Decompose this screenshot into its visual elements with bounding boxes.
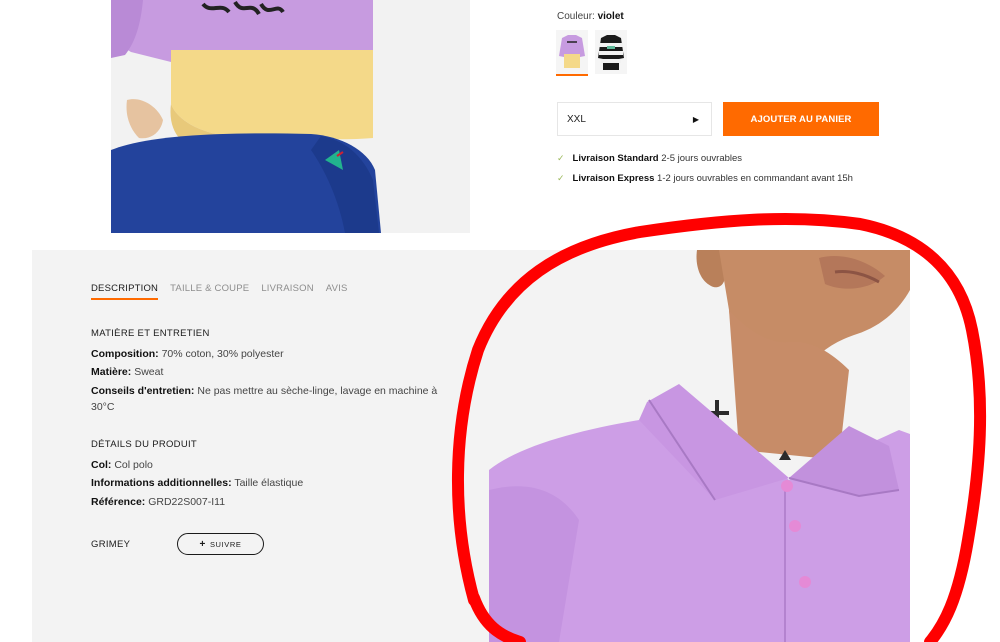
composition-key: Composition: (91, 348, 159, 360)
check-icon: ✓ (557, 173, 565, 183)
product-image-sweatshirt (111, 0, 470, 233)
follow-brand-button[interactable]: + SUIVRE (177, 533, 264, 555)
color-value: violet (597, 11, 624, 22)
triangle-right-icon: ▶ (692, 114, 699, 124)
additional-info-row: Informations additionnelles: Taille élas… (91, 475, 451, 491)
additional-info-value: Taille élastique (234, 477, 304, 489)
tab-size-fit[interactable]: TAILLE & COUPE (170, 283, 249, 300)
collar-key: Col: (91, 459, 112, 471)
care-row: Conseils d'entretien: Ne pas mettre au s… (91, 383, 451, 415)
check-icon: ✓ (557, 153, 565, 163)
product-photo-top[interactable] (111, 0, 470, 233)
collar-row: Col: Col polo (91, 457, 451, 473)
color-selection: Couleur: violet (557, 11, 624, 22)
material-value: Sweat (134, 366, 164, 378)
size-select[interactable]: XXL ▶ (557, 102, 712, 136)
product-info-panel: DESCRIPTION TAILLE & COUPE LIVRAISON AVI… (32, 250, 489, 642)
swatch-violet[interactable] (556, 30, 588, 76)
info-tabs: DESCRIPTION TAILLE & COUPE LIVRAISON AVI… (91, 283, 348, 300)
reference-row: Référence: GRD22S007-I11 (91, 494, 451, 510)
product-photo-detail[interactable] (489, 250, 910, 642)
shipping-express: ✓ Livraison Express 1-2 jours ouvrables … (557, 173, 853, 184)
product-details-heading: DÉTAILS DU PRODUIT (91, 439, 198, 450)
reference-key: Référence: (91, 496, 146, 508)
add-to-cart-button[interactable]: AJOUTER AU PANIER (723, 102, 879, 136)
material-care-heading: MATIÈRE ET ENTRETIEN (91, 328, 210, 339)
size-value: XXL (567, 113, 586, 125)
color-label: Couleur: (557, 11, 595, 22)
shipping-express-detail: 1-2 jours ouvrables en commandant avant … (657, 173, 853, 184)
material-row: Matière: Sweat (91, 364, 451, 380)
material-key: Matière: (91, 366, 132, 378)
brand-name: GRIMEY (91, 539, 131, 550)
composition-value: 70% coton, 30% polyester (161, 348, 284, 360)
swatch-striped-image (595, 30, 627, 74)
shipping-standard-text: Livraison Standard 2-5 jours ouvrables (573, 153, 743, 164)
tab-description[interactable]: DESCRIPTION (91, 283, 159, 300)
tab-reviews[interactable]: AVIS (326, 283, 348, 300)
tab-delivery[interactable]: LIVRAISON (261, 283, 313, 300)
swatch-violet-image (556, 30, 588, 74)
shipping-express-text: Livraison Express 1-2 jours ouvrables en… (573, 173, 853, 184)
plus-icon: + (199, 538, 206, 550)
shipping-standard-title: Livraison Standard (572, 153, 659, 164)
shipping-standard: ✓ Livraison Standard 2-5 jours ouvrables (557, 153, 742, 164)
additional-info-key: Informations additionnelles: (91, 477, 232, 489)
care-key: Conseils d'entretien: (91, 385, 195, 397)
swatch-striped[interactable] (595, 30, 627, 76)
collar-value: Col polo (114, 459, 153, 471)
shipping-express-title: Livraison Express (572, 173, 655, 184)
product-image-polo (489, 250, 910, 642)
shipping-standard-detail: 2-5 jours ouvrables (661, 153, 743, 164)
composition-row: Composition: 70% coton, 30% polyester (91, 346, 451, 362)
reference-value: GRD22S007-I11 (148, 496, 226, 508)
follow-label: SUIVRE (209, 539, 242, 549)
